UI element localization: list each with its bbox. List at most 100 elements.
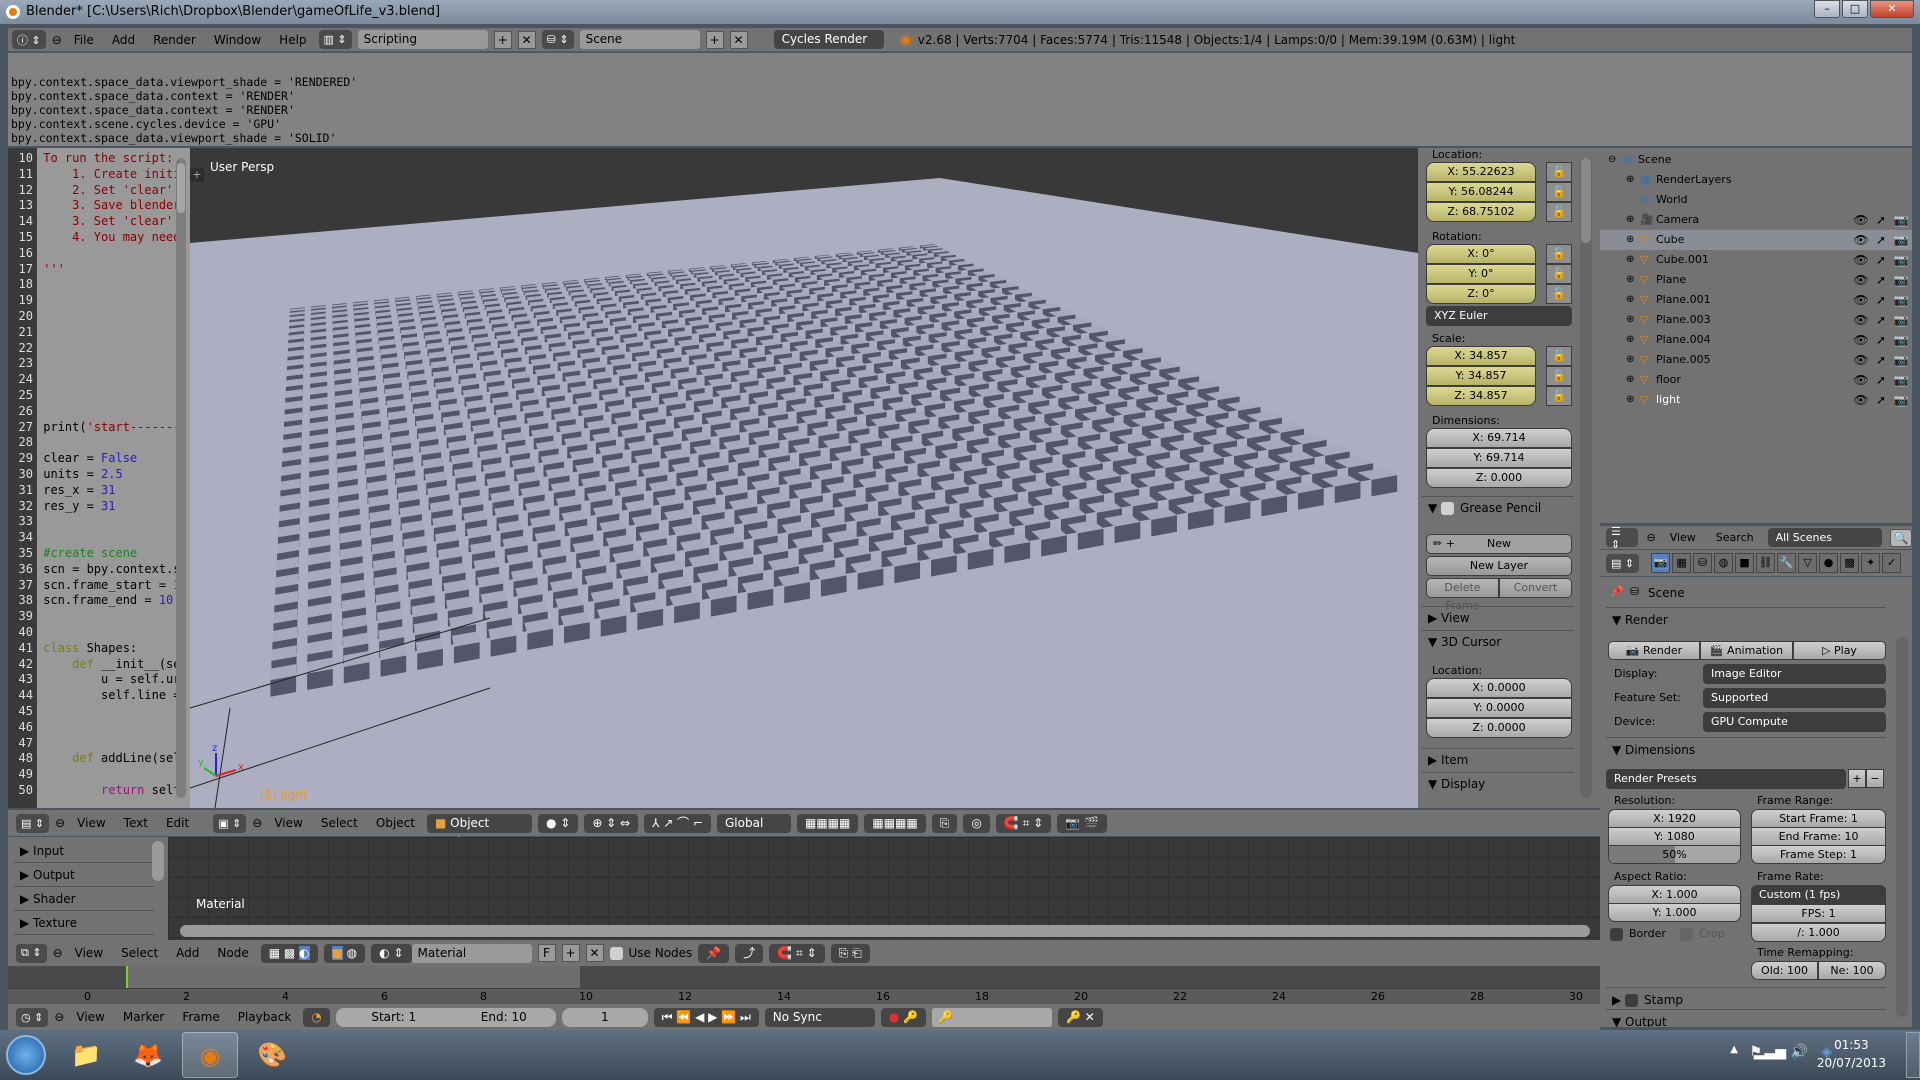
render-engine-dropdown[interactable]: Cycles Render [773,30,884,49]
properties-scrollbar[interactable] [1896,637,1908,1017]
taskbar-blender[interactable]: ◉ [182,1032,238,1078]
view3d-menu-select[interactable]: Select [315,816,364,830]
render-toggle-icon[interactable]: 📷 [1892,230,1910,250]
eye-toggle-icon[interactable]: 👁 [1852,290,1870,310]
outliner-item[interactable]: ⊕ ▽ Plane.001 👁 ➚ 📷 [1600,290,1912,310]
cursor-y-field[interactable]: Y: 0.0000 [1426,698,1572,718]
text-menu-view[interactable]: View [71,816,111,830]
new-layer-button[interactable]: New Layer [1426,556,1572,576]
render-toggle-icon[interactable]: 📷 [1892,310,1910,330]
outliner-item[interactable]: ⊖ ⛁ Scene [1600,150,1912,170]
start-frame-field[interactable]: Start Frame: 1 [1751,809,1886,828]
start-button[interactable] [6,1035,46,1075]
view3d-menu-view[interactable]: View [268,816,308,830]
tab-material[interactable]: ● [1819,553,1839,573]
feature-set-dropdown[interactable]: Supported [1703,688,1886,708]
remove-screen-icon[interactable]: ✕ [517,30,536,49]
tab-scene[interactable]: ⛁ [1693,553,1713,573]
timeline-menu-view[interactable]: View [70,1010,110,1024]
tab-render[interactable]: 📷 [1651,553,1671,573]
use-nodes-checkbox[interactable]: Use Nodes [609,946,692,960]
taskbar-paint[interactable]: 🎨 [244,1032,300,1078]
location-y-field[interactable]: Y: 56.08244 [1426,182,1536,202]
cursor-toggle-icon[interactable]: ➚ [1872,390,1890,410]
eye-toggle-icon[interactable]: 👁 [1852,310,1870,330]
lock-icon[interactable]: 🔓 [1546,386,1572,406]
python-console[interactable]: bpy.context.space_data.viewport_shade = … [8,53,1912,146]
render-toggle-icon[interactable]: 📷 [1892,290,1910,310]
node-menu-select[interactable]: Select [115,946,164,960]
delete-frame-button[interactable]: Delete Frame [1426,578,1499,612]
scene-icon[interactable]: ⛁ ⇕ [541,30,574,49]
rotation-z-field[interactable]: Z: 0° [1426,284,1536,304]
collapse-menu-icon[interactable]: ⊖ [55,816,65,830]
add-scene-icon[interactable]: + [705,30,724,49]
render-toggle-icon[interactable]: 📷 [1892,270,1910,290]
end-frame-field[interactable]: End: 10 [451,1007,556,1027]
lock-icon[interactable]: 🔓 [1546,264,1572,284]
editor-type-3d-view-button[interactable]: ▣ ⇕ [213,813,247,833]
layers-grid-1[interactable]: ▦▦▦▦ [797,813,859,833]
animation-button[interactable]: 🎬 Animation [1700,641,1793,660]
cursor-toggle-icon[interactable]: ➚ [1872,250,1890,270]
crop-checkbox[interactable]: Crop [1680,927,1725,941]
view3d-menu-object[interactable]: Object [370,816,421,830]
expand-toggle-icon[interactable]: ⊕ [1626,370,1634,390]
3d-cursor-section[interactable]: ▼ 3D Cursor [1422,630,1574,652]
3d-viewport[interactable]: z x y User Persp + (1) light [190,148,1418,808]
record-icon[interactable]: ● 🔑 [880,1007,927,1027]
sync-mode-dropdown[interactable]: No Sync [764,1007,875,1027]
unlink-material-icon[interactable]: ✕ [585,944,604,962]
material-browse-icon[interactable]: ◐ ⇕ [371,943,412,963]
expand-toggle-icon[interactable]: ⊕ [1626,290,1634,310]
editor-type-info-button[interactable]: ⓘ ⇕ [12,30,46,49]
network-signal-icon[interactable]: ▂▃▅ [1754,1044,1786,1060]
convert-button[interactable]: Convert [1499,578,1572,598]
node-tree-type-toggle[interactable]: ▦ ▩ ◐ [260,943,318,963]
render-toggle-icon[interactable]: 📷 [1892,350,1910,370]
timeline-menu-frame[interactable]: Frame [176,1010,225,1024]
mode-dropdown[interactable]: ■ Object Mode [426,813,532,849]
resolution-x-field[interactable]: X: 1920 [1608,809,1741,828]
node-editor-canvas[interactable]: Material [8,837,1600,940]
outliner-item[interactable]: ⊕ ▽ Plane.005 👁 ➚ 📷 [1600,350,1912,370]
border-checkbox[interactable]: Border [1610,927,1666,941]
eye-toggle-icon[interactable]: 👁 [1852,250,1870,270]
grease-pencil-section[interactable]: ▼ Grease Pencil [1422,496,1574,518]
current-frame-indicator[interactable] [126,966,128,988]
collapse-menu-icon[interactable]: ⊖ [53,946,63,960]
outliner-item[interactable]: ◍ World [1600,190,1912,210]
scale-y-field[interactable]: Y: 34.857 [1426,366,1536,386]
frame-rate-dropdown[interactable]: Custom (1 fps) [1751,885,1886,905]
outliner-item[interactable]: ⊕ ▽ Cube.001 👁 ➚ 📷 [1600,250,1912,270]
grease-pencil-checkbox[interactable] [1441,502,1455,515]
node-menu-node[interactable]: Node [211,946,254,960]
dimension-z-field[interactable]: Z: 0.000 [1426,468,1572,488]
shelf-input[interactable]: ▶ Input [14,839,154,863]
expand-toggle-icon[interactable]: ⊕ [1626,230,1634,250]
outliner-item[interactable]: ⊕ ▽ Cube 👁 ➚ 📷 [1600,230,1912,250]
add-material-icon[interactable]: + [561,944,580,962]
lock-icon[interactable]: 🔓 [1546,162,1572,182]
outliner-item[interactable]: ⊕ ▽ Plane.003 👁 ➚ 📷 [1600,310,1912,330]
fps-field[interactable]: FPS: 1 [1751,904,1886,923]
menu-add[interactable]: Add [106,33,141,47]
eye-toggle-icon[interactable]: 👁 [1852,390,1870,410]
render-opengl-icon[interactable]: 📷 🎬 [1057,813,1107,833]
snap-icon[interactable]: 🧲 ⌗ ⇕ [769,943,825,963]
expand-toggle-icon[interactable]: ⊕ [1626,250,1634,270]
display-section[interactable]: ▼ Display [1422,772,1574,794]
viewport-shading-dropdown[interactable]: ● ⇕ [537,813,579,833]
tab-render-layers[interactable]: ▦ [1672,553,1692,573]
cursor-toggle-icon[interactable]: ➚ [1872,210,1890,230]
tab-texture[interactable]: ▩ [1840,553,1860,573]
expand-toggle-icon[interactable]: ⊕ [1626,390,1634,410]
outliner-item[interactable]: ⊕ ▽ floor 👁 ➚ 📷 [1600,370,1912,390]
new-grease-pencil-button[interactable]: ✏ + New [1426,534,1572,554]
tab-physics[interactable]: ✓ [1882,553,1902,573]
outliner-menu-view[interactable]: View [1664,531,1702,544]
render-toggle-icon[interactable]: 📷 [1892,210,1910,230]
taskbar-explorer[interactable]: 📁 [58,1032,114,1078]
lock-icon[interactable]: 🔓 [1546,182,1572,202]
rotation-mode-dropdown[interactable]: XYZ Euler [1426,306,1572,326]
